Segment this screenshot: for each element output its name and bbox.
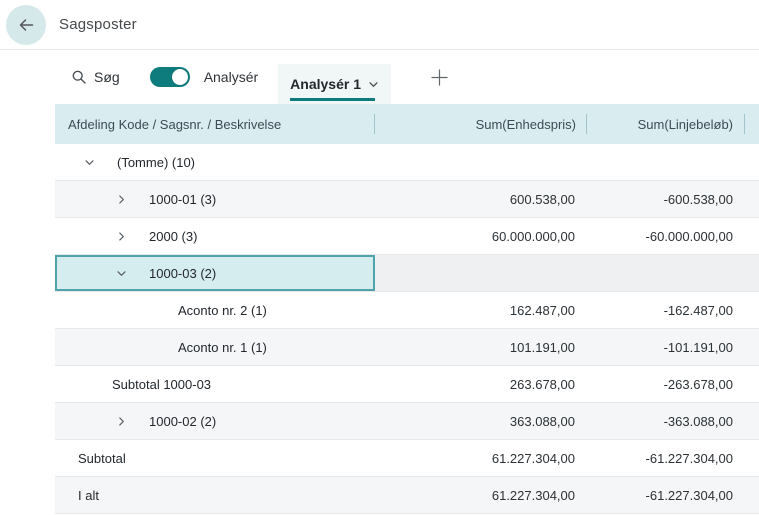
row-filler (745, 440, 759, 476)
analysis-page: Sagsposter Søg Analysér Analysér 1 Afdel… (0, 0, 759, 515)
row-value-linjebelob (587, 255, 745, 291)
row-filler (745, 329, 759, 365)
row-label: 1000-01 (3) (149, 191, 217, 207)
row-label: 1000-03 (2) (149, 265, 217, 281)
add-analysis-tab-button[interactable] (429, 67, 450, 88)
table-row[interactable]: Aconto nr. 1 (1) 101.191,00 -101.191,00 (55, 329, 759, 366)
column-header-label: Afdeling Kode / Sagsnr. / Beskrivelse (68, 116, 282, 132)
row-value-linjebelob: -162.487,00 (663, 302, 733, 318)
active-tab-underline (290, 98, 375, 101)
toolbar: Søg Analysér Analysér 1 (55, 50, 759, 104)
row-label-cell: Subtotal (55, 440, 375, 476)
chevron-right-icon[interactable] (115, 193, 127, 205)
row-value-enhedspris: 363.088,00 (509, 413, 575, 429)
row-value-enhedspris: 61.227.304,00 (491, 450, 575, 466)
table-row[interactable]: 2000 (3) 60.000.000,00 -60.000.000,00 (55, 218, 759, 255)
row-value-enhedspris: 61.227.304,00 (491, 487, 575, 503)
table-row[interactable]: I alt 61.227.304,00 -61.227.304,00 (55, 477, 759, 514)
row-filler (745, 477, 759, 513)
table-row[interactable]: 1000-02 (2) 363.088,00 -363.088,00 (55, 403, 759, 440)
tab-label: Analysér 1 (290, 76, 361, 92)
search-icon (71, 69, 87, 85)
row-filler (745, 181, 759, 217)
column-header-group[interactable]: Afdeling Kode / Sagsnr. / Beskrivelse (55, 104, 375, 144)
table-row[interactable]: Subtotal 61.227.304,00 -61.227.304,00 (55, 440, 759, 477)
row-label: Aconto nr. 2 (1) (178, 302, 267, 318)
row-value-enhedspris: 60.000.000,00 (491, 228, 575, 244)
row-value-linjebelob: -60.000.000,00 (645, 228, 733, 244)
row-label: Subtotal (78, 450, 126, 466)
row-filler (745, 366, 759, 402)
chevron-down-icon[interactable] (115, 267, 127, 279)
row-value-linjebelob: -61.227.304,00 (645, 450, 733, 466)
row-filler (745, 255, 759, 291)
row-label-cell: Aconto nr. 1 (1) (55, 329, 375, 365)
row-label: Subtotal 1000-03 (112, 376, 212, 392)
row-value-enhedspris: 101.191,00 (509, 339, 575, 355)
chevron-down-icon (368, 79, 379, 90)
row-value-linjebelob: -263.678,00 (663, 376, 733, 392)
analyze-toggle[interactable] (149, 67, 190, 87)
column-header-label: Sum(Linjebeløb) (637, 116, 733, 132)
table-row[interactable]: Subtotal 1000-03 263.678,00 -263.678,00 (55, 366, 759, 403)
column-header-sum-enhedspris[interactable]: Sum(Enhedspris) (375, 104, 587, 144)
search-label: Søg (94, 69, 120, 85)
row-value-linjebelob: -363.088,00 (663, 413, 733, 429)
row-value-linjebelob: -61.227.304,00 (645, 487, 733, 503)
row-label: I alt (78, 487, 99, 503)
row-filler (745, 403, 759, 439)
arrow-left-icon (16, 15, 36, 35)
table-row[interactable]: 1000-01 (3) 600.538,00 -600.538,00 (55, 181, 759, 218)
row-value-linjebelob: -600.538,00 (663, 191, 733, 207)
row-label-cell: Aconto nr. 2 (1) (55, 292, 375, 328)
page-title: Sagsposter (59, 16, 137, 33)
column-header-filler (745, 104, 759, 144)
table-row[interactable]: 1000-03 (2) (55, 255, 759, 292)
row-filler (745, 292, 759, 328)
row-label-cell: 2000 (3) (55, 218, 375, 254)
top-bar: Sagsposter (0, 0, 759, 50)
toggle-knob (171, 69, 188, 85)
row-filler (745, 218, 759, 254)
row-label-cell: Subtotal 1000-03 (55, 366, 375, 402)
chevron-down-icon[interactable] (83, 156, 95, 168)
analysis-table: Afdeling Kode / Sagsnr. / Beskrivelse Su… (55, 104, 759, 514)
row-value-enhedspris (375, 144, 587, 180)
row-filler (745, 144, 759, 180)
row-label: 2000 (3) (149, 228, 198, 244)
search-button[interactable]: Søg (71, 69, 120, 85)
row-label-cell: 1000-03 (2) (55, 255, 375, 291)
row-label: (Tomme) (10) (117, 154, 196, 170)
column-header-sum-linjebelob[interactable]: Sum(Linjebeløb) (587, 104, 745, 144)
table-body: (Tomme) (10) 1000-01 (3) 600.538,00 -600.53… (55, 144, 759, 514)
column-header-label: Sum(Enhedspris) (475, 116, 576, 132)
row-label: Aconto nr. 1 (1) (178, 339, 267, 355)
tab-analyser-1[interactable]: Analysér 1 (278, 64, 391, 104)
row-label-cell: (Tomme) (10) (55, 144, 375, 180)
chevron-right-icon[interactable] (115, 415, 127, 427)
row-value-enhedspris (375, 255, 587, 291)
row-value-linjebelob: -101.191,00 (663, 339, 733, 355)
table-row[interactable]: Aconto nr. 2 (1) 162.487,00 -162.487,00 (55, 292, 759, 329)
row-label-cell: 1000-01 (3) (55, 181, 375, 217)
row-value-enhedspris: 600.538,00 (509, 191, 575, 207)
row-value-linjebelob (587, 144, 745, 180)
row-label-cell: 1000-02 (2) (55, 403, 375, 439)
row-label: 1000-02 (2) (149, 413, 217, 429)
chevron-right-icon[interactable] (115, 230, 127, 242)
analyze-toggle-label: Analysér (203, 69, 259, 85)
plus-icon (429, 67, 450, 88)
row-value-enhedspris: 162.487,00 (509, 302, 575, 318)
row-label-cell: I alt (55, 477, 375, 513)
back-button[interactable] (6, 4, 46, 45)
table-row[interactable]: (Tomme) (10) (55, 144, 759, 181)
table-header-row: Afdeling Kode / Sagsnr. / Beskrivelse Su… (55, 104, 759, 144)
row-value-enhedspris: 263.678,00 (509, 376, 575, 392)
